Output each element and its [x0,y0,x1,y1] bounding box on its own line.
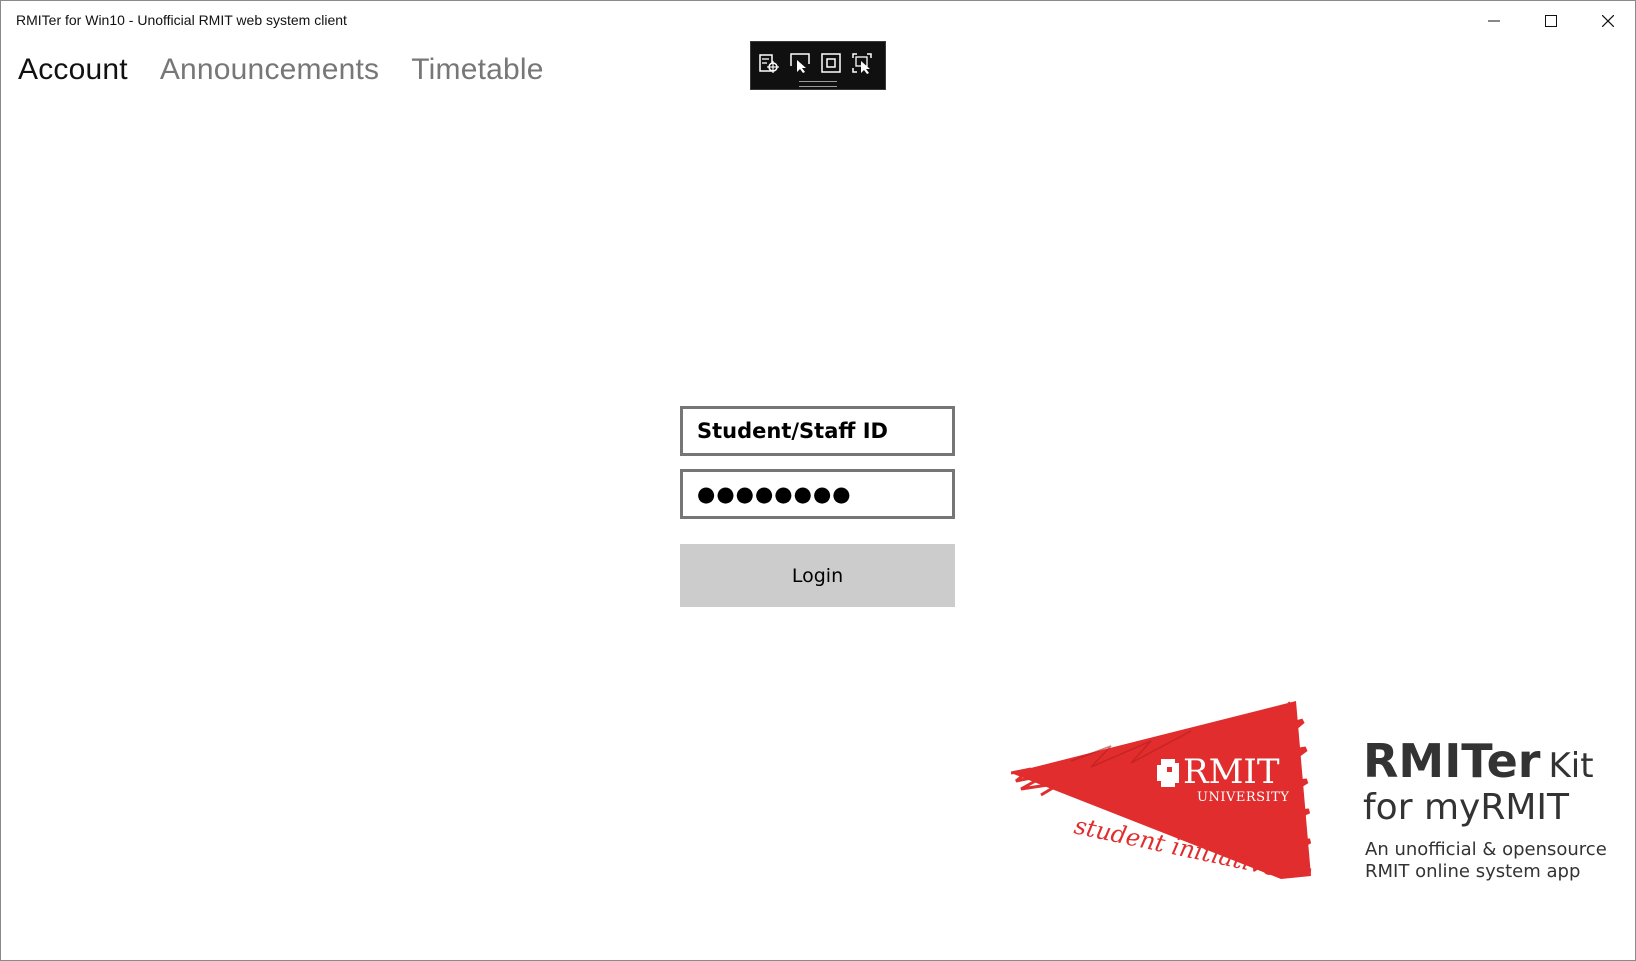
tab-announcements[interactable]: Announcements [160,53,379,87]
minimize-button[interactable] [1465,1,1522,41]
live-visual-tree-icon [759,54,779,73]
maximize-icon [1544,15,1557,27]
minimize-icon [1487,20,1500,22]
tab-timetable[interactable]: Timetable [411,53,543,87]
title-bar[interactable]: RMITer for Win10 - Unofficial RMIT web s… [1,1,1635,41]
toolbar-drag-handle[interactable] [799,81,837,87]
password-input[interactable] [680,469,955,519]
track-focus-button[interactable] [849,50,875,76]
layout-adorners-button[interactable] [818,50,844,76]
brand-description-line1: An unofficial & opensource [1365,839,1607,860]
select-element-icon [790,53,810,73]
close-icon [1601,15,1614,27]
track-focus-icon [852,53,872,74]
rmit-logo: RMIT UNIVERSITY student initiative [1011,701,1312,882]
brand-description-line2: RMIT online system app [1365,861,1581,882]
student-id-input[interactable] [680,406,955,456]
app-window: RMITer for Win10 - Unofficial RMIT web s… [0,0,1636,961]
brand-kit: Kit [1548,746,1594,786]
live-visual-tree-button[interactable] [756,50,782,76]
close-button[interactable] [1579,1,1636,41]
tab-account[interactable]: Account [18,53,128,87]
select-element-button[interactable] [787,50,813,76]
brand-subtitle: for myRMIT [1363,787,1569,828]
window-title: RMITer for Win10 - Unofficial RMIT web s… [16,12,347,28]
university-wordmark: UNIVERSITY [1197,790,1289,805]
maximize-button[interactable] [1522,1,1579,41]
display-layout-adorners-icon [821,53,841,73]
pivot-nav: Account Announcements Timetable [18,53,544,87]
login-button[interactable]: Login [680,544,955,607]
rmit-wordmark: RMIT [1183,752,1280,792]
xaml-debug-toolbar[interactable] [750,41,886,90]
brand-name: RMITer [1363,734,1541,788]
brand-description: An unofficial & opensource RMIT online s… [1365,839,1607,883]
brand-title: RMITer Kit [1363,734,1594,788]
